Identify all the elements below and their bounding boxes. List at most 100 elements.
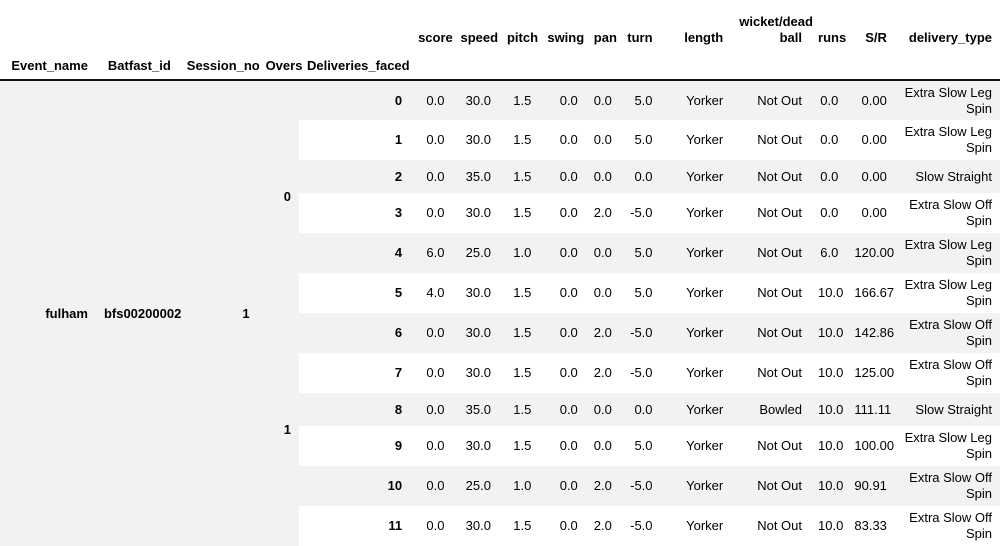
index-head-blank-delivery-type xyxy=(894,50,1000,81)
cell-pan: 0.0 xyxy=(585,233,619,273)
cell-speed: 30.0 xyxy=(452,273,499,313)
cell-turn: 5.0 xyxy=(618,273,661,313)
index-cell-deliveries-faced: 5 xyxy=(298,273,411,313)
cell-wicket: Not Out xyxy=(731,80,811,120)
column-header-runs[interactable]: runs xyxy=(810,0,847,50)
index-head-blank-score xyxy=(410,50,453,81)
cell-delivery-type: Extra Slow Off Spin xyxy=(894,313,1000,353)
column-header-delivery-type[interactable]: delivery_type xyxy=(894,0,1000,50)
cell-runs: 0.0 xyxy=(810,80,847,120)
column-header-wicket-dead-ball[interactable]: wicket/dead ball xyxy=(731,0,813,50)
cell-score: 0.0 xyxy=(410,160,453,193)
table-header: score speed pitch swing pan turn length … xyxy=(0,0,1000,81)
cell-pan: 2.0 xyxy=(585,353,619,393)
cell-pitch: 1.0 xyxy=(498,233,540,273)
cell-speed: 30.0 xyxy=(452,80,499,120)
cell-pitch: 1.5 xyxy=(498,80,540,120)
cell-score: 0.0 xyxy=(410,466,453,506)
cell-wicket: Not Out xyxy=(731,193,811,233)
table-row[interactable]: fulham bfs00200002 1 0 0 0.0 30.0 1.5 0.… xyxy=(0,80,1000,546)
index-cell-overs-second: 1 xyxy=(257,313,299,546)
column-header-score[interactable]: score xyxy=(410,0,453,50)
cell-pitch: 1.5 xyxy=(498,120,540,160)
index-header-session-no[interactable]: Session_no xyxy=(178,50,260,81)
cell-wicket: Not Out xyxy=(731,273,811,313)
index-cell-deliveries-faced: 4 xyxy=(298,233,411,273)
index-cell-batfast-id: bfs00200002 xyxy=(95,80,181,546)
cell-pitch: 1.5 xyxy=(498,353,540,393)
cell-swing: 0.0 xyxy=(539,506,586,546)
cell-delivery-type: Slow Straight xyxy=(894,393,1000,426)
header-spacer-session-no xyxy=(178,0,258,50)
cell-pan: 2.0 xyxy=(585,466,619,506)
cell-score: 0.0 xyxy=(410,353,453,393)
cell-speed: 35.0 xyxy=(452,160,499,193)
index-head-blank-pan xyxy=(585,50,619,81)
cell-speed: 25.0 xyxy=(452,466,499,506)
cell-strike-rate: 0.00 xyxy=(846,80,895,120)
cell-turn: 0.0 xyxy=(618,160,661,193)
cell-turn: 5.0 xyxy=(618,80,661,120)
column-header-turn[interactable]: turn xyxy=(618,0,661,50)
cell-pitch: 1.0 xyxy=(498,466,540,506)
cell-length: Yorker xyxy=(660,393,732,426)
cell-length: Yorker xyxy=(660,233,732,273)
cell-score: 6.0 xyxy=(410,233,453,273)
index-cell-deliveries-faced: 9 xyxy=(298,426,411,466)
cell-speed: 25.0 xyxy=(452,233,499,273)
cell-runs: 0.0 xyxy=(810,160,847,193)
index-head-blank-sr xyxy=(846,50,895,81)
cell-speed: 30.0 xyxy=(452,313,499,353)
index-cell-deliveries-faced: 8 xyxy=(298,393,411,426)
cell-length: Yorker xyxy=(660,506,732,546)
cell-runs: 0.0 xyxy=(810,120,847,160)
cell-speed: 30.0 xyxy=(452,120,499,160)
cell-turn: 5.0 xyxy=(618,233,661,273)
cell-length: Yorker xyxy=(660,120,732,160)
index-header-deliveries-faced[interactable]: Deliveries_faced xyxy=(298,50,411,81)
cell-pitch: 1.5 xyxy=(498,426,540,466)
cell-runs: 10.0 xyxy=(810,353,847,393)
cell-score: 0.0 xyxy=(410,193,453,233)
header-spacer-event-name xyxy=(0,0,96,50)
cell-score: 0.0 xyxy=(410,80,453,120)
cell-pan: 0.0 xyxy=(585,426,619,466)
value-column-header-row: score speed pitch swing pan turn length … xyxy=(0,0,1000,50)
cell-pan: 0.0 xyxy=(585,273,619,313)
column-header-strike-rate[interactable]: S/R xyxy=(846,0,895,50)
cell-turn: 0.0 xyxy=(618,393,661,426)
index-cell-deliveries-faced: 0 xyxy=(298,80,411,120)
cell-swing: 0.0 xyxy=(539,233,586,273)
cell-wicket: Not Out xyxy=(731,506,811,546)
cell-swing: 0.0 xyxy=(539,160,586,193)
cell-wicket: Not Out xyxy=(731,120,811,160)
column-header-pitch[interactable]: pitch xyxy=(498,0,540,50)
index-cell-deliveries-faced: 1 xyxy=(298,120,411,160)
cell-turn: 5.0 xyxy=(618,120,661,160)
cell-strike-rate: 0.00 xyxy=(846,120,895,160)
index-head-blank-length xyxy=(660,50,732,81)
index-header-overs[interactable]: Overs xyxy=(257,50,302,81)
column-header-swing[interactable]: swing xyxy=(539,0,586,50)
cell-delivery-type: Extra Slow Off Spin xyxy=(894,506,1000,546)
cell-strike-rate: 0.00 xyxy=(846,193,895,233)
header-spacer-overs xyxy=(257,0,299,50)
column-header-length[interactable]: length xyxy=(660,0,732,50)
column-header-pan[interactable]: pan xyxy=(585,0,619,50)
cell-pitch: 1.5 xyxy=(498,193,540,233)
cell-strike-rate: 125.00 xyxy=(846,353,895,393)
column-header-speed[interactable]: speed xyxy=(452,0,499,50)
cell-swing: 0.0 xyxy=(539,466,586,506)
index-header-batfast-id[interactable]: Batfast_id xyxy=(95,50,179,81)
cell-swing: 0.0 xyxy=(539,426,586,466)
index-header-event-name[interactable]: Event_name xyxy=(0,50,96,81)
cell-score: 0.0 xyxy=(410,120,453,160)
index-cell-deliveries-faced: 11 xyxy=(298,506,411,546)
index-head-blank-pitch xyxy=(498,50,540,81)
cell-runs: 10.0 xyxy=(810,273,847,313)
index-cell-overs-first: 0 xyxy=(257,80,299,313)
cell-swing: 0.0 xyxy=(539,80,586,120)
index-cell-deliveries-faced: 2 xyxy=(298,160,411,193)
cell-wicket: Not Out xyxy=(731,160,811,193)
cell-swing: 0.0 xyxy=(539,393,586,426)
